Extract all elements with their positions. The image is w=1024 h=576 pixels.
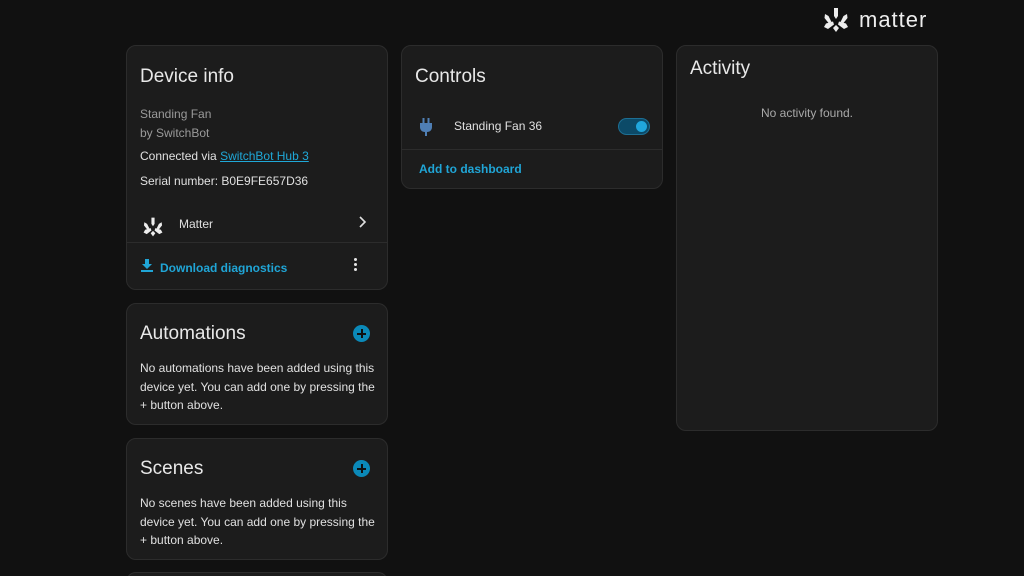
device-manufacturer: by SwitchBot xyxy=(140,126,210,140)
add-scene-button[interactable] xyxy=(353,460,370,477)
more-vertical-icon[interactable] xyxy=(352,258,358,274)
controls-title: Controls xyxy=(415,66,486,87)
fan-power-toggle[interactable] xyxy=(618,118,650,135)
serial-number: Serial number: B0E9FE657D36 xyxy=(140,174,309,188)
device-model-block: Standing Fan by SwitchBot xyxy=(140,105,211,143)
automations-title: Automations xyxy=(140,323,246,344)
automations-card: Automations No automations have been add… xyxy=(126,303,388,425)
matter-logo-icon xyxy=(142,216,164,243)
toggle-knob xyxy=(636,121,647,132)
brand-name: matter xyxy=(859,7,928,32)
matter-brand: matter xyxy=(822,7,927,33)
download-diagnostics-button[interactable]: Download diagnostics xyxy=(140,258,287,277)
entity-label: Standing Fan 36 xyxy=(454,119,543,133)
divider xyxy=(402,149,662,150)
integration-label: Matter xyxy=(179,217,214,231)
entity-row-standing-fan[interactable]: Standing Fan 36 xyxy=(402,108,662,148)
device-model: Standing Fan xyxy=(140,107,212,121)
power-plug-icon xyxy=(419,118,433,141)
device-info-title: Device info xyxy=(140,66,234,87)
hub-link[interactable]: SwitchBot Hub 3 xyxy=(220,149,309,163)
connected-via: Connected via SwitchBot Hub 3 xyxy=(140,149,309,163)
automations-empty-text: No automations have been added using thi… xyxy=(140,361,375,412)
chevron-right-icon xyxy=(355,215,369,229)
next-card xyxy=(126,572,388,576)
scenes-title: Scenes xyxy=(140,458,204,479)
scenes-empty-text: No scenes have been added using this dev… xyxy=(140,496,375,547)
matter-logo-icon xyxy=(822,7,850,33)
connected-via-label: Connected via xyxy=(140,149,217,163)
activity-card: Activity No activity found. xyxy=(676,45,938,431)
device-info-card: Device info Standing Fan by SwitchBot Co… xyxy=(126,45,388,290)
add-automation-button[interactable] xyxy=(353,325,370,342)
integration-row-matter[interactable]: Matter xyxy=(127,216,387,263)
download-icon xyxy=(140,258,154,277)
controls-card: Controls Standing Fan 36 Add to dashboar… xyxy=(401,45,663,189)
add-to-dashboard-button[interactable]: Add to dashboard xyxy=(419,162,522,176)
scenes-card: Scenes No scenes have been added using t… xyxy=(126,438,388,560)
divider xyxy=(127,242,387,243)
activity-empty-text: No activity found. xyxy=(760,106,854,120)
activity-title: Activity xyxy=(690,58,751,79)
download-diagnostics-label: Download diagnostics xyxy=(160,260,288,275)
page: matter Device info Standing Fan by Switc… xyxy=(0,0,1024,576)
